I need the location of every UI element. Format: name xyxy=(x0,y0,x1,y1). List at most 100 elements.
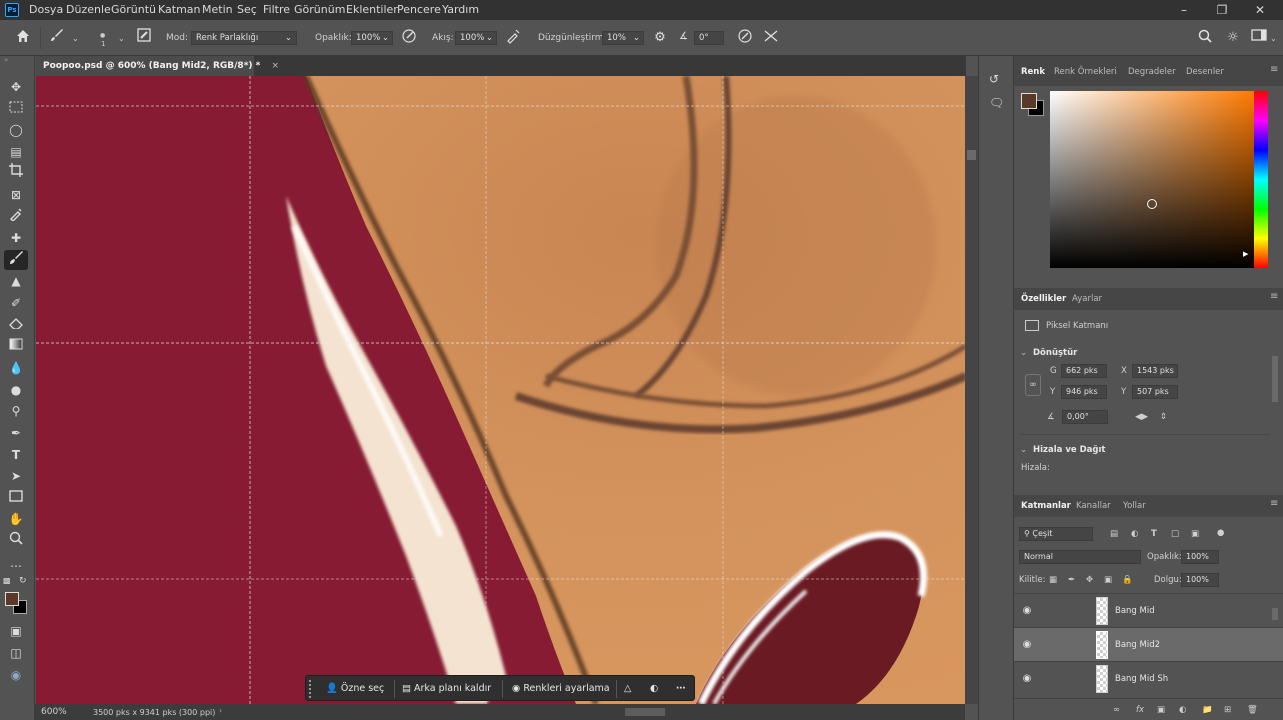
tab-ozellikler[interactable]: Özellikler xyxy=(1021,291,1066,307)
symmetry-icon[interactable] xyxy=(760,28,782,48)
tab-renk[interactable]: Renk xyxy=(1021,64,1045,80)
layer-row-selected[interactable]: ◉ Bang Mid2 xyxy=(1014,627,1283,661)
gradient-tool-icon[interactable] xyxy=(4,336,28,356)
filter-smart-object-icon[interactable]: ▣ xyxy=(1191,527,1199,541)
object-select-tool-icon[interactable]: ▤ xyxy=(4,142,28,162)
comments-icon[interactable]: 🗨 xyxy=(989,96,1004,110)
layers-scrollbar[interactable] xyxy=(1272,608,1278,620)
remove-background-button[interactable]: ▤ Arka planı kaldır xyxy=(402,681,491,697)
screen-mode-icon[interactable]: ◫ xyxy=(4,643,28,663)
vertical-scrollbar[interactable] xyxy=(965,76,978,704)
eye-icon[interactable]: ◉ xyxy=(1021,673,1033,685)
chevron-down-icon[interactable]: ⌄ xyxy=(1020,346,1027,360)
properties-scrollbar[interactable] xyxy=(1272,356,1278,402)
canvas[interactable] xyxy=(36,76,966,704)
type-tool-icon[interactable]: T xyxy=(4,445,28,465)
tab-renk-ornekleri[interactable]: Renk Örnekleri xyxy=(1054,64,1117,80)
lock-all-icon[interactable]: 🔒 xyxy=(1122,573,1133,587)
mask-icon[interactable]: ◐ xyxy=(650,681,658,697)
document-tab[interactable]: Poopoo.psd @ 600% (Bang Mid2, RGB/8*) * … xyxy=(36,56,279,76)
smoothing-input[interactable]: 10% ⌄ xyxy=(602,31,644,45)
pressure-opacity-icon[interactable] xyxy=(398,28,420,48)
height-input[interactable]: 946 pks xyxy=(1061,385,1107,399)
collapse-icon[interactable]: » xyxy=(4,56,8,64)
eye-icon[interactable]: ◉ xyxy=(1021,639,1033,651)
foreground-color-swatch[interactable] xyxy=(1021,93,1037,109)
layer-row[interactable]: ◉ Bang Mid Sh xyxy=(1014,661,1283,695)
tab-desenler[interactable]: Desenler xyxy=(1186,64,1224,80)
horizontal-scroll-thumb[interactable] xyxy=(625,708,665,716)
foreground-color-swatch[interactable] xyxy=(5,592,19,606)
layer-name[interactable]: Bang Mid xyxy=(1115,604,1155,618)
layer-row[interactable]: ◉ Bang Mid xyxy=(1014,593,1283,627)
eyedropper-tool-icon[interactable] xyxy=(4,207,28,227)
menu-yardim[interactable]: Yardım xyxy=(442,2,479,18)
zoom-in-tool-icon[interactable]: ⚲ xyxy=(4,401,28,421)
opacity-input[interactable]: 100% ⌄ xyxy=(351,31,393,45)
hue-slider-handle[interactable]: ▶ xyxy=(1243,250,1248,258)
angle-input[interactable]: 0° xyxy=(694,31,724,45)
more-options-icon[interactable]: ⋯ xyxy=(676,681,686,697)
dodge-tool-icon[interactable]: ● xyxy=(4,380,28,400)
menu-duzenle[interactable]: Düzenle xyxy=(66,2,111,18)
hand-tool-icon[interactable]: ✋ xyxy=(4,509,28,529)
tab-katmanlar[interactable]: Katmanlar xyxy=(1021,498,1071,514)
filter-shape-icon[interactable]: □ xyxy=(1171,527,1179,541)
eye-icon[interactable]: ◉ xyxy=(1021,605,1033,617)
menu-goruntu[interactable]: Görüntü xyxy=(111,2,156,18)
panel-menu-icon[interactable]: ≡ xyxy=(1270,498,1278,509)
flip-vertical-icon[interactable]: ⇕ xyxy=(1160,410,1167,424)
menu-eklentiler[interactable]: Eklentiler xyxy=(346,2,398,18)
delete-layer-icon[interactable]: 🗑 xyxy=(1247,703,1258,717)
transform-icon[interactable]: △ xyxy=(624,681,631,697)
select-subject-button[interactable]: 👤 Özne seç xyxy=(326,681,384,697)
new-group-icon[interactable]: 📁 xyxy=(1202,703,1213,717)
pen-tool-icon[interactable]: ✒ xyxy=(4,423,28,443)
healing-brush-tool-icon[interactable]: ✚ xyxy=(4,228,28,248)
lock-transparent-icon[interactable]: ▦ xyxy=(1049,573,1057,587)
pressure-size-icon[interactable] xyxy=(734,28,756,48)
filter-adjustment-icon[interactable]: ◐ xyxy=(1131,527,1138,541)
chevron-down-icon[interactable]: ⌄ xyxy=(1270,34,1277,43)
y-input[interactable]: 507 pks xyxy=(1132,385,1178,399)
swap-colors-icon[interactable]: ↻ xyxy=(19,576,27,586)
layer-name[interactable]: Bang Mid Sh xyxy=(1115,672,1168,686)
brush-preset-icon[interactable] xyxy=(46,28,68,48)
angle-input[interactable]: 0,00° xyxy=(1062,410,1108,424)
generative-icon[interactable]: ◉ xyxy=(4,665,28,685)
panel-menu-icon[interactable]: ≡ xyxy=(1270,64,1278,75)
link-layers-icon[interactable]: ∞ xyxy=(1113,703,1120,717)
blur-tool-icon[interactable]: 💧 xyxy=(4,358,28,378)
layer-opacity-input[interactable]: 100% xyxy=(1181,550,1219,564)
width-input[interactable]: 662 pks xyxy=(1061,364,1107,378)
lock-move-icon[interactable]: ✥ xyxy=(1086,573,1093,587)
chevron-down-icon[interactable]: ⌄ xyxy=(72,34,79,43)
menu-dosya[interactable]: Dosya xyxy=(29,2,63,18)
default-colors-icon[interactable]: ▩ xyxy=(3,576,11,585)
new-layer-icon[interactable]: ⊞ xyxy=(1224,703,1231,717)
mode-select[interactable]: Renk Parlaklığı ⌄ xyxy=(191,31,297,45)
lock-artboard-icon[interactable]: ▣ xyxy=(1104,573,1112,587)
more-tools-icon[interactable]: … xyxy=(4,553,28,573)
flow-input[interactable]: 100% ⌄ xyxy=(455,31,497,45)
rectangle-tool-icon[interactable] xyxy=(4,488,28,508)
history-brush-tool-icon[interactable]: ✐ xyxy=(4,293,28,313)
discover-icon[interactable]: ☼ xyxy=(1222,28,1244,48)
move-tool-icon[interactable]: ✥ xyxy=(4,77,28,97)
clone-stamp-tool-icon[interactable]: ▲ xyxy=(4,271,28,291)
home-icon[interactable] xyxy=(12,28,34,48)
hue-slider[interactable] xyxy=(1254,91,1268,268)
tab-kanallar[interactable]: Kanallar xyxy=(1076,498,1111,514)
restore-icon[interactable]: ❐ xyxy=(1207,1,1237,19)
fill-input[interactable]: 100% xyxy=(1181,573,1219,587)
close-tab-icon[interactable]: × xyxy=(272,61,280,71)
close-icon[interactable]: ✕ xyxy=(1245,1,1275,19)
lasso-tool-icon[interactable]: ◯ xyxy=(4,120,28,140)
filter-toggle-icon[interactable]: ● xyxy=(1217,526,1224,540)
add-mask-icon[interactable]: ▣ xyxy=(1157,703,1165,717)
search-icon[interactable] xyxy=(1194,28,1216,48)
path-select-tool-icon[interactable]: ➤ xyxy=(4,466,28,486)
menu-katman[interactable]: Katman xyxy=(158,2,201,18)
zoom-tool-icon[interactable] xyxy=(4,531,28,551)
brush-tool-icon[interactable] xyxy=(4,250,28,270)
